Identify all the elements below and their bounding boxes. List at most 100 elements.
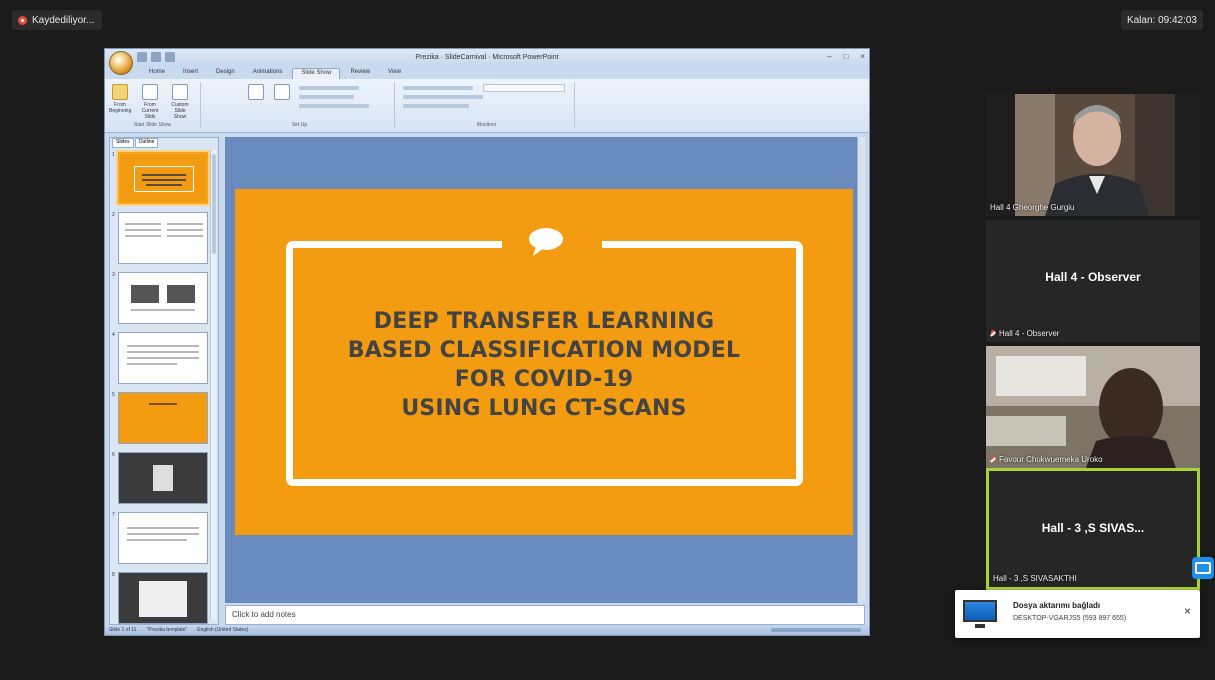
use-timings-option[interactable]	[299, 104, 369, 108]
participant-name-text: Favour Chukwuemeka Uroko	[999, 455, 1103, 464]
thumb-text	[142, 174, 186, 176]
participant-tile[interactable]: Hall 4 Gheorghe Gurgiu	[986, 94, 1200, 216]
slideshow-current-icon	[142, 84, 158, 100]
tab-view[interactable]: View	[380, 68, 409, 79]
zoom-slider[interactable]	[771, 628, 861, 632]
resolution-select[interactable]	[483, 84, 565, 92]
thumb-number: 1	[112, 152, 115, 158]
participant-video	[1015, 94, 1175, 216]
slideshow-icon	[112, 84, 128, 100]
status-bar: Slide 1 of 11 "Prezika template" English…	[105, 625, 869, 635]
tab-home[interactable]: Home	[141, 68, 173, 79]
remote-share-icon[interactable]	[1192, 557, 1214, 579]
slide-thumbnail[interactable]: 4	[110, 330, 210, 390]
tab-insert[interactable]: Insert	[175, 68, 206, 79]
from-current-label: From Current Slide	[141, 102, 159, 120]
thumb-text	[127, 527, 199, 529]
from-current-button[interactable]: From Current Slide	[139, 84, 161, 120]
thumb-text	[125, 223, 161, 225]
thumb-text	[167, 229, 203, 231]
participant-display-name: Hall 4 - Observer	[1045, 270, 1141, 284]
thumb-number: 7	[112, 512, 115, 518]
theme-name: "Prezika template"	[146, 627, 188, 633]
participant-display-name: Hall - 3 ,S SIVAS...	[1041, 521, 1145, 535]
slide-thumbnail[interactable]: 5	[110, 390, 210, 450]
show-on-option[interactable]	[403, 95, 483, 99]
thumb-text	[125, 235, 161, 237]
participant-tile[interactable]: Hall 4 - Observer Hall 4 - Observer	[986, 220, 1200, 342]
thumb-slide-5[interactable]	[118, 392, 208, 444]
presenter-view-option[interactable]	[403, 104, 469, 108]
participant-name-text: Hall 4 - Observer	[999, 329, 1060, 338]
from-beginning-label: From Beginning	[109, 102, 132, 114]
slide-title-line: DEEP TRANSFER LEARNING	[373, 309, 715, 334]
participant-name: Hall 4 - Observer	[990, 329, 1059, 338]
thumb-slide-3[interactable]	[118, 272, 208, 324]
powerpoint-window: Prezika · SlideCarnival · Microsoft Powe…	[104, 48, 870, 636]
slides-tab[interactable]: Slides	[112, 138, 134, 148]
participant-tile-active-speaker[interactable]: Hall - 3 ,S SIVAS... Hall - 3 ,S SIVASAK…	[986, 468, 1200, 590]
close-icon[interactable]: ×	[860, 52, 865, 61]
participant-name: Hall - 3 ,S SIVASAKTHI	[993, 574, 1077, 583]
slide-scrollbar[interactable]	[857, 137, 865, 603]
record-icon	[18, 15, 27, 25]
thumb-text	[127, 357, 199, 359]
tab-slide-show[interactable]: Slide Show	[292, 68, 341, 79]
setup-show-button[interactable]	[245, 84, 267, 102]
thumb-slide-7[interactable]	[118, 512, 208, 564]
muted-mic-icon	[990, 455, 996, 464]
ribbon: From Beginning From Current Slide Custom…	[105, 79, 869, 133]
thumb-number: 6	[112, 452, 115, 458]
participant-name-text: Hall - 3 ,S SIVASAKTHI	[993, 574, 1077, 583]
minimize-icon[interactable]: –	[827, 52, 831, 61]
thumb-number: 3	[112, 272, 115, 278]
recording-indicator[interactable]: Kaydediliyor...	[12, 10, 103, 30]
panel-scrollbar[interactable]	[210, 150, 216, 620]
participant-name: Favour Chukwuemeka Uroko	[990, 455, 1103, 464]
thumb-slide-8[interactable]	[118, 572, 208, 624]
thumb-text	[125, 229, 161, 231]
thumb-number: 2	[112, 212, 115, 218]
slide-thumbnail[interactable]: 6	[110, 450, 210, 510]
slide-thumbnail[interactable]: 8	[110, 570, 210, 624]
slide-thumbnail[interactable]: 2	[110, 210, 210, 270]
group-monitors-label: Monitors	[476, 122, 497, 128]
notification-toast[interactable]: Dosya aktarımı bağladı DESKTOP-VGARJS5 (…	[955, 590, 1200, 638]
participant-tile[interactable]: Favour Chukwuemeka Uroko	[986, 346, 1200, 468]
ribbon-group-monitors: Monitors	[399, 82, 575, 128]
close-icon[interactable]: ×	[1184, 604, 1191, 618]
thumb-slide-6[interactable]	[118, 452, 208, 504]
tab-review[interactable]: Review	[342, 68, 378, 79]
tab-design[interactable]: Design	[208, 68, 243, 79]
outline-tab[interactable]: Outline	[134, 138, 159, 148]
slide-thumbnail[interactable]: 7	[110, 510, 210, 570]
window-controls: – □ ×	[827, 52, 865, 61]
panel-tabs: Slides Outline	[110, 138, 218, 148]
participant-name-text: Hall 4 Gheorghe Gurgiu	[990, 203, 1075, 212]
current-slide[interactable]: DEEP TRANSFER LEARNING BASED CLASSIFICAT…	[235, 189, 853, 535]
thumb-image	[153, 465, 173, 491]
slide-title-line: FOR COVID-19	[454, 367, 634, 392]
record-narration-option[interactable]	[299, 95, 354, 99]
thumb-text	[167, 223, 203, 225]
thumb-slide-1[interactable]	[118, 152, 208, 204]
maximize-icon[interactable]: □	[843, 52, 848, 61]
thumb-image	[167, 285, 195, 303]
tab-animations[interactable]: Animations	[245, 68, 291, 79]
participant-video	[986, 346, 1200, 468]
custom-show-button[interactable]: Custom Slide Show	[169, 84, 191, 120]
ribbon-group-start: From Beginning From Current Slide Custom…	[105, 82, 201, 128]
from-beginning-button[interactable]: From Beginning	[109, 84, 131, 114]
resolution-option[interactable]	[403, 86, 473, 90]
ribbon-group-setup: Set Up	[205, 82, 395, 128]
hide-slide-button[interactable]	[271, 84, 293, 102]
rehearse-option[interactable]	[299, 86, 359, 90]
slide-thumbnail[interactable]: 1	[110, 150, 210, 210]
thumb-slide-4[interactable]	[118, 332, 208, 384]
notes-pane[interactable]: Click to add notes	[225, 605, 865, 625]
thumb-text	[146, 184, 182, 186]
thumb-slide-2[interactable]	[118, 212, 208, 264]
office-button[interactable]	[109, 51, 133, 75]
ribbon-tabs: Home Insert Design Animations Slide Show Revi…	[105, 66, 869, 79]
slide-thumbnail[interactable]: 3	[110, 270, 210, 330]
